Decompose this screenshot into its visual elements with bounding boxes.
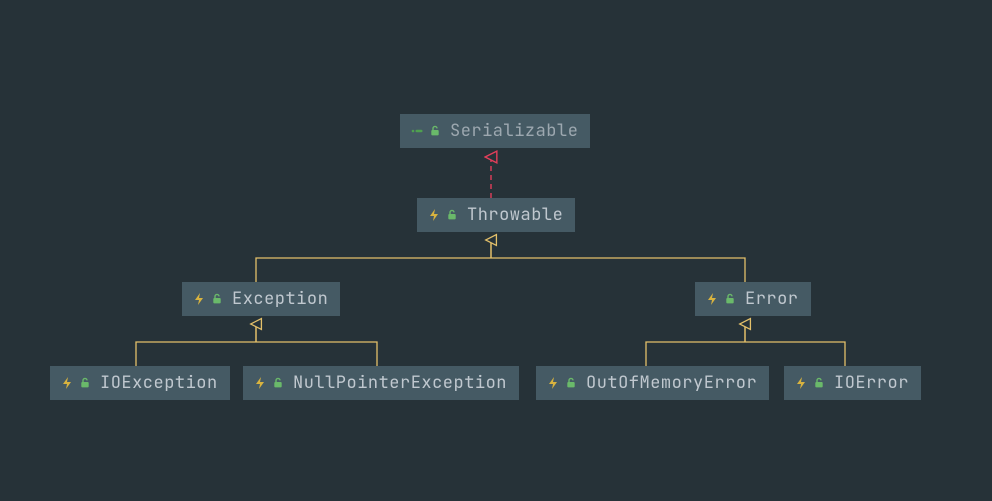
node-label: Error xyxy=(745,288,799,310)
node-label: Serializable xyxy=(450,120,578,142)
lock-open-icon xyxy=(812,376,826,390)
edge-exception-throwable xyxy=(256,241,745,282)
node-label: Throwable xyxy=(467,204,563,226)
node-ioerror[interactable]: IOError xyxy=(784,366,921,400)
node-exception[interactable]: Exception xyxy=(182,282,340,316)
node-serializable[interactable]: Serializable xyxy=(400,114,590,148)
node-label: IOError xyxy=(834,372,909,394)
lock-open-icon xyxy=(723,292,737,306)
node-label: NullPointerException xyxy=(293,372,507,394)
edge-children-error xyxy=(646,325,845,366)
node-ioexception[interactable]: IOException xyxy=(50,366,230,400)
hierarchy-diagram: Serializable Throwable Exception xyxy=(0,0,992,501)
lock-open-icon xyxy=(445,208,459,222)
node-label: Exception xyxy=(232,288,328,310)
lock-open-icon xyxy=(271,376,285,390)
edge-layer xyxy=(0,0,992,501)
lock-open-icon xyxy=(428,124,442,138)
lock-open-icon xyxy=(210,292,224,306)
node-error[interactable]: Error xyxy=(695,282,811,316)
class-icon xyxy=(427,208,441,222)
class-icon xyxy=(253,376,267,390)
node-throwable[interactable]: Throwable xyxy=(417,198,575,232)
class-icon xyxy=(794,376,808,390)
class-icon xyxy=(546,376,560,390)
interface-icon xyxy=(410,124,424,138)
class-icon xyxy=(192,292,206,306)
class-icon xyxy=(60,376,74,390)
edge-children-exception xyxy=(136,325,377,366)
node-nullpointerexception[interactable]: NullPointerException xyxy=(243,366,519,400)
node-label: OutOfMemoryError xyxy=(586,372,757,394)
node-label: IOException xyxy=(100,372,218,394)
class-icon xyxy=(705,292,719,306)
node-outofmemoryerror[interactable]: OutOfMemoryError xyxy=(536,366,769,400)
lock-open-icon xyxy=(564,376,578,390)
lock-open-icon xyxy=(78,376,92,390)
